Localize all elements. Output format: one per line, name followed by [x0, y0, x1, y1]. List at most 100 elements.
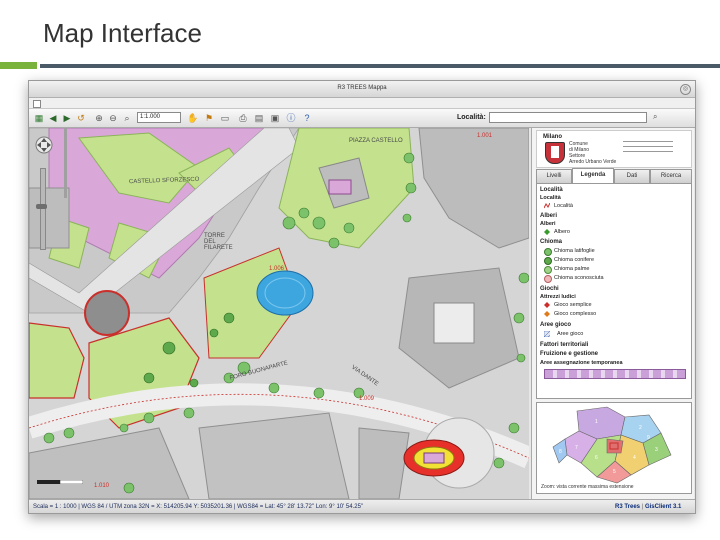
zone-label: 7	[575, 445, 578, 451]
header-rule	[40, 64, 720, 68]
map-canvas[interactable]: CASTELLO SFORZESCO PIAZZA CASTELLO TORRE…	[29, 128, 529, 499]
map-label-1009: 1.009	[359, 396, 375, 402]
legend-item-label: Località	[554, 203, 573, 209]
swatch-circle-icon	[544, 266, 552, 274]
logo-dept: Comune di Milano Settore Arredo Urbano V…	[569, 141, 617, 165]
legend-item-label: Chioma latifoglie	[554, 248, 595, 254]
red-line-icon	[544, 203, 550, 209]
swatch-circle-icon	[544, 275, 552, 283]
orange-diamond-icon	[544, 311, 550, 317]
scale-bar-graphic	[37, 480, 83, 484]
map-toolbar: ▦ ◀ ▶ ↺ ⊕ ⊖ ⌕ ✋ ⚑ ▭ ⎙ ▤ ▣ ⓘ ? Località: …	[29, 109, 695, 128]
legend-heading: Giochi	[540, 286, 559, 292]
panel-tabs: Livelli Legenda Dati Ricerca	[536, 168, 692, 183]
browser-bar	[29, 98, 695, 109]
pdf-icon[interactable]: ▤	[253, 112, 265, 124]
zone-label: 1	[595, 419, 598, 425]
logo-decor-lines	[623, 141, 673, 156]
pan-right-icon[interactable]: ▶	[61, 112, 73, 124]
window-title: R3 TREES Mappa	[337, 85, 387, 91]
logo-city: Milano	[543, 134, 562, 140]
legend-item-label: Gioco semplice	[554, 302, 592, 308]
pan-arrows-icon[interactable]	[35, 136, 53, 154]
zoom-in-icon[interactable]: ⊕	[93, 112, 105, 124]
zone-label: 9	[647, 435, 650, 441]
legend-subheading: Alberi	[540, 221, 556, 227]
slide-title: Map Interface	[43, 18, 202, 48]
info-icon[interactable]: ⓘ	[285, 112, 297, 124]
side-panel: Milano Comune di Milano Settore Arredo U…	[531, 128, 694, 499]
scale-bar: 100 m	[37, 480, 83, 488]
legend-panel: Località Località Località Alberi Alberi…	[536, 183, 692, 399]
page-icon	[33, 100, 41, 108]
zoom-slider-track[interactable]	[40, 168, 46, 250]
legend-item-label: Aree gioco	[557, 331, 584, 337]
refresh-icon[interactable]: ↺	[75, 112, 87, 124]
legend-item-label: Aree assegnazione temporanea	[540, 360, 623, 366]
search-icon[interactable]: ⌕	[653, 112, 663, 122]
assignment-area-swatch	[544, 369, 686, 379]
legend-item-label: Chioma conifere	[554, 257, 595, 263]
comune-logo-box: Milano Comune di Milano Settore Arredo U…	[536, 130, 692, 168]
legend-item-label: Gioco complesso	[554, 311, 597, 317]
accent-rule	[0, 62, 37, 69]
localita-input[interactable]	[489, 112, 647, 123]
legend-heading: Fattori territoriali	[540, 342, 589, 348]
zoom-out-icon[interactable]: ⊖	[107, 112, 119, 124]
zone-label: 5	[613, 469, 616, 475]
legend-heading: Aree gioco	[540, 322, 572, 328]
zone-label: 2	[639, 425, 642, 431]
zoom-box-icon[interactable]: ⌕	[121, 112, 133, 124]
map-label-1006: 1.006	[269, 266, 285, 272]
legend-item: Aree assegnazione temporanea	[540, 360, 623, 366]
hatched-swatch-icon	[544, 331, 550, 337]
legend-heading: Chioma	[540, 239, 563, 245]
zoom-slider-knob[interactable]	[36, 204, 47, 209]
coordinates-readout: Scala = 1 : 1000 | WGS 84 / UTM zona 32N…	[33, 504, 364, 510]
map-label-torre: TORRE DEL FILARETE	[204, 233, 233, 251]
status-bar: Scala = 1 : 1000 | WGS 84 / UTM zona 32N…	[29, 499, 695, 513]
window-menu-icon[interactable]: ◎	[680, 84, 691, 95]
layers-icon[interactable]: ▣	[269, 112, 281, 124]
legend-heading: Località	[540, 187, 563, 193]
zone-label: 8	[559, 449, 562, 455]
coat-of-arms-icon	[545, 142, 565, 164]
green-diamond-icon	[544, 229, 550, 235]
tab-ricerca[interactable]: Ricerca	[650, 169, 692, 183]
legend-subheading: Attrezzi ludici	[540, 294, 576, 300]
swatch-circle-icon	[544, 248, 552, 256]
overview-map[interactable]: 1 2 3 4 5 6 7 8 9 Zoom: vista corrente m…	[536, 402, 692, 494]
brand-credits: R3 Trees | GisClient 3.1	[615, 504, 681, 510]
tab-livelli[interactable]: Livelli	[536, 169, 572, 183]
legend-subheading: Località	[540, 195, 561, 201]
print-icon[interactable]: ⎙	[237, 112, 249, 124]
map-label-1010: 1.010	[94, 483, 110, 489]
map-label-1001: 1.001	[477, 133, 493, 139]
measure-area-icon[interactable]: ▭	[219, 112, 231, 124]
logo-line: Arredo Urbano Verde	[569, 159, 617, 165]
brand-gisclient-link[interactable]: GisClient 3.1	[645, 504, 681, 510]
overview-caption: Zoom: vista corrente massima estensione	[541, 484, 634, 490]
application-window: R3 TREES Mappa ◎ ▦ ◀ ▶ ↺ ⊕ ⊖ ⌕ ✋ ⚑ ▭ ⎙ ▤…	[28, 80, 696, 514]
red-diamond-icon	[544, 302, 550, 308]
legend-heading: Alberi	[540, 213, 558, 219]
zone-label: 3	[655, 447, 658, 453]
scale-input[interactable]	[137, 112, 181, 123]
brand-r3trees-link[interactable]: R3 Trees	[615, 504, 640, 510]
identify-icon[interactable]: ✋	[187, 112, 199, 124]
swatch-circle-icon	[544, 257, 552, 265]
select-icon[interactable]: ▦	[33, 112, 45, 124]
tab-dati[interactable]: Dati	[614, 169, 650, 183]
zone-label: 4	[633, 455, 636, 461]
pan-left-icon[interactable]: ◀	[47, 112, 59, 124]
map-label-piazza: PIAZZA CASTELLO	[349, 138, 403, 144]
tab-legenda[interactable]: Legenda	[572, 168, 614, 183]
help-icon[interactable]: ?	[301, 112, 313, 124]
legend-item-label: Albero	[554, 229, 570, 235]
legend-item-label: Chioma palme	[554, 266, 590, 272]
overview-map-graphic: 1 2 3 4 5 6 7 8 9	[537, 403, 691, 493]
legend-subheading: Fruizione e gestione	[540, 351, 599, 357]
measure-line-icon[interactable]: ⚑	[203, 112, 215, 124]
zone-label: 6	[595, 455, 598, 461]
legend-item-label: Chioma sconosciuta	[554, 275, 604, 281]
